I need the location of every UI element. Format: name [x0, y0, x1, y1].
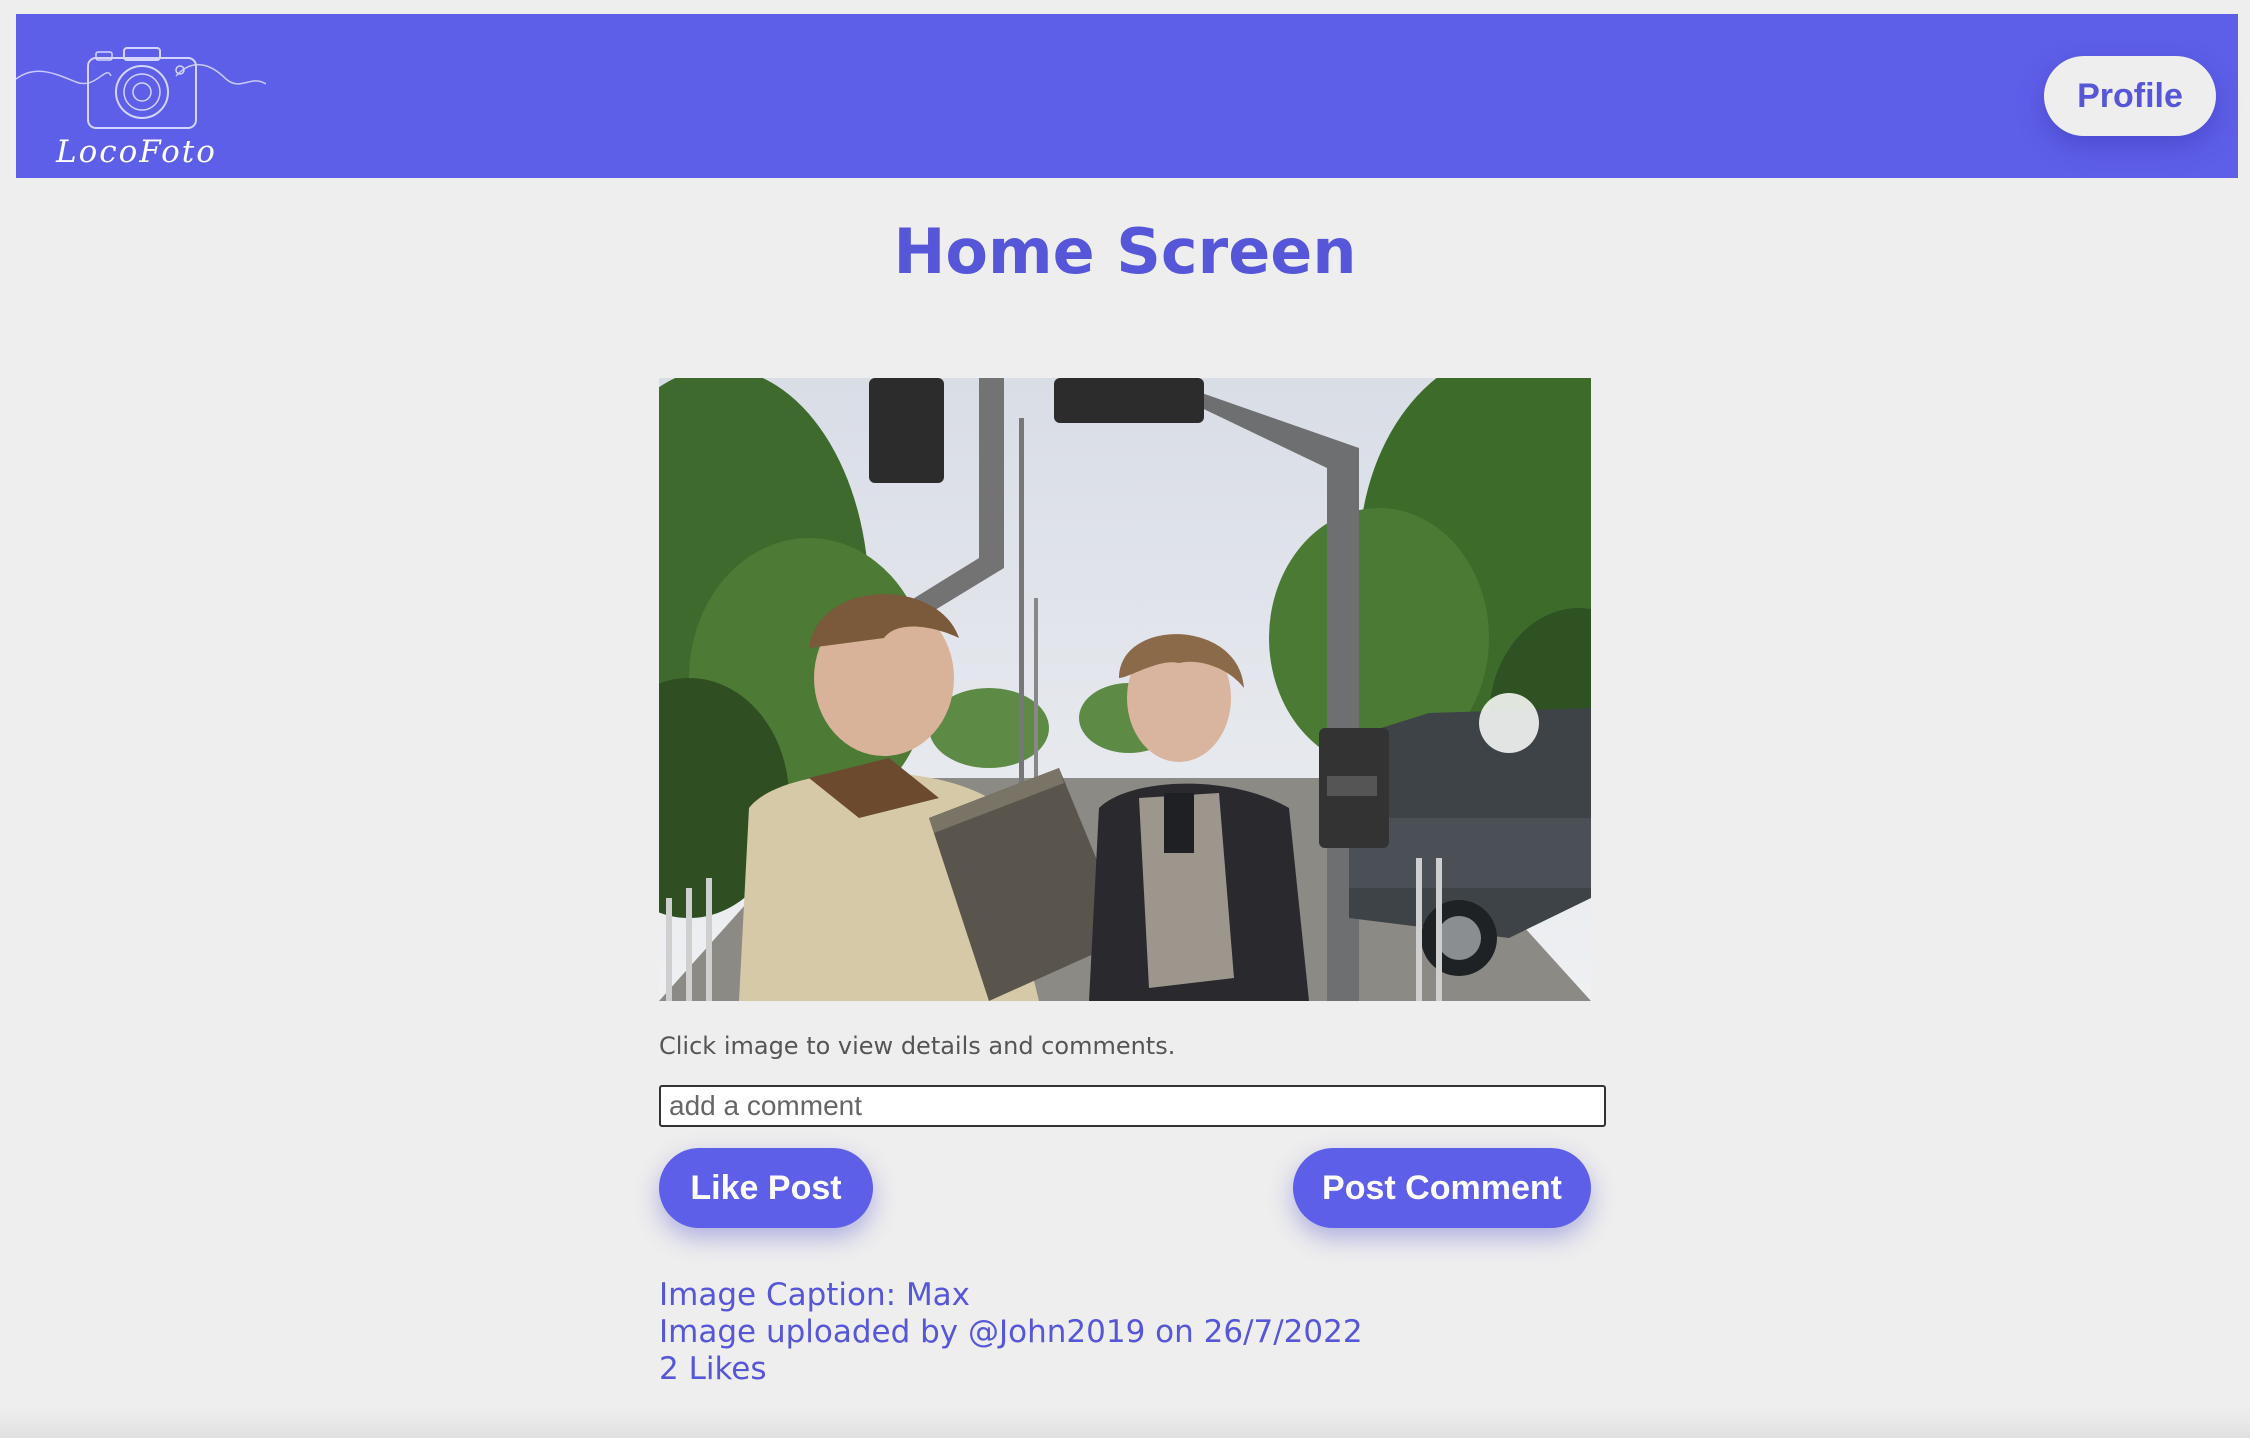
- post-image[interactable]: [659, 378, 1591, 1001]
- bottom-shadow: [0, 1408, 2250, 1438]
- hint-text: Click image to view details and comments…: [659, 1032, 1176, 1060]
- likes-count: 2 Likes: [659, 1351, 767, 1387]
- page-title: Home Screen: [893, 215, 1357, 288]
- image-caption: Image Caption: Max: [659, 1277, 971, 1313]
- post-meta: Image Caption: Max Image uploaded by @Jo…: [659, 1277, 1363, 1388]
- camera-icon: [16, 47, 266, 129]
- like-post-button[interactable]: Like Post: [659, 1148, 873, 1228]
- logo-text: LocoFoto: [56, 134, 217, 170]
- street-photo: [659, 378, 1591, 1001]
- navbar: LocoFoto Profile: [16, 14, 2238, 178]
- upload-info: Image uploaded by @John2019 on 26/7/2022: [659, 1314, 1363, 1350]
- comment-input[interactable]: [659, 1085, 1606, 1127]
- profile-button[interactable]: Profile: [2044, 56, 2216, 136]
- post-comment-button[interactable]: Post Comment: [1293, 1148, 1591, 1228]
- logo[interactable]: LocoFoto: [16, 34, 266, 184]
- page: LocoFoto Profile Home Screen Click image…: [0, 0, 2250, 1438]
